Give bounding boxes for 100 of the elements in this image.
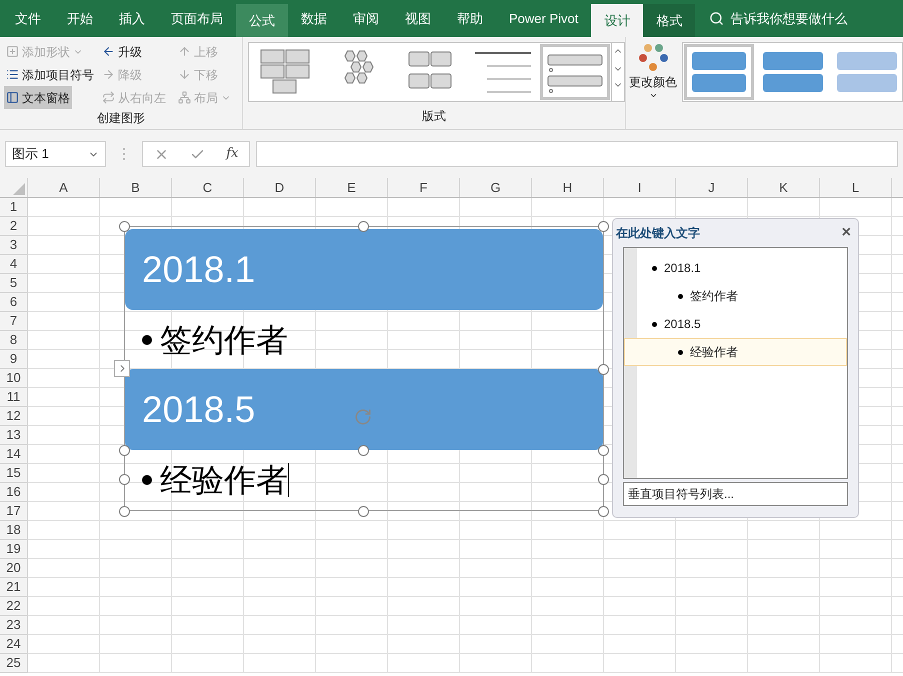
- selection-handle[interactable]: [119, 445, 130, 456]
- style-option[interactable]: [684, 44, 754, 100]
- row-header[interactable]: 19: [0, 540, 28, 559]
- change-colors-button[interactable]: 更改颜色: [626, 37, 680, 129]
- row-header[interactable]: 14: [0, 445, 28, 464]
- column-header[interactable]: L: [820, 178, 892, 197]
- layout-name-link[interactable]: 垂直项目符号列表...: [623, 482, 848, 506]
- selection-handle[interactable]: [119, 221, 130, 232]
- arrow-up-icon: [178, 45, 191, 58]
- group-label: 创建图形: [96, 110, 146, 127]
- search-icon: [709, 11, 724, 26]
- insert-function-button[interactable]: fx: [226, 144, 238, 164]
- row-header[interactable]: 9: [0, 350, 28, 369]
- ribbon-tab[interactable]: 插入: [106, 0, 158, 37]
- row-header[interactable]: 21: [0, 578, 28, 597]
- selection-handle[interactable]: [598, 506, 609, 517]
- row-header[interactable]: 7: [0, 312, 28, 331]
- selection-handle[interactable]: [598, 474, 609, 485]
- bullet-icon: [652, 322, 657, 326]
- bullet-text: 签约作者: [160, 320, 288, 360]
- ribbon-tab[interactable]: 格式: [643, 4, 696, 37]
- caret-icon: [648, 91, 658, 100]
- selection-handle[interactable]: [119, 506, 130, 517]
- bullet-icon: [678, 294, 683, 298]
- selection-handle[interactable]: [598, 364, 609, 375]
- row-header[interactable]: 8: [0, 331, 28, 350]
- swap-icon: [102, 91, 115, 104]
- arrow-right-icon: [102, 68, 115, 81]
- column-header[interactable]: A: [28, 178, 100, 197]
- ribbon-tab[interactable]: 设计: [591, 4, 644, 37]
- ribbon-tab[interactable]: 公式: [236, 4, 288, 37]
- column-header[interactable]: F: [388, 178, 460, 197]
- arrow-down-icon: [178, 68, 191, 81]
- selection-handle[interactable]: [358, 445, 369, 456]
- ribbon-button[interactable]: 文本窗格: [4, 86, 72, 109]
- row-header[interactable]: 3: [0, 236, 28, 255]
- column-header[interactable]: E: [316, 178, 388, 197]
- ribbon-tab[interactable]: 数据: [288, 0, 340, 37]
- name-box[interactable]: 图示 1: [5, 141, 106, 167]
- ribbon-tab[interactable]: 视图: [392, 0, 444, 37]
- selection-handle[interactable]: [598, 221, 609, 232]
- ribbon-tab[interactable]: 开始: [54, 0, 106, 37]
- row-header[interactable]: 11: [0, 388, 28, 407]
- row-header[interactable]: 18: [0, 521, 28, 540]
- bullet-icon: [678, 350, 683, 354]
- outline-item[interactable]: 签约作者: [637, 282, 847, 310]
- search-placeholder: 告诉我你想要做什么: [730, 10, 848, 28]
- row-header[interactable]: 17: [0, 502, 28, 521]
- row-header[interactable]: 22: [0, 597, 28, 616]
- row-header[interactable]: 16: [0, 483, 28, 502]
- add-shape-icon: [6, 45, 19, 58]
- ribbon-tab[interactable]: 页面布局: [158, 0, 236, 37]
- row-header[interactable]: 1: [0, 198, 28, 217]
- column-header[interactable]: J: [676, 178, 748, 197]
- row-header[interactable]: 5: [0, 274, 28, 293]
- ribbon-button[interactable]: 升级: [100, 40, 144, 63]
- list-layout-icon: [473, 50, 532, 94]
- color-dots-icon: [638, 43, 668, 73]
- bullet-icon: [142, 474, 152, 484]
- hierarchy-icon: [178, 91, 191, 104]
- outline-item[interactable]: 2018.1: [637, 254, 847, 282]
- row-header[interactable]: 23: [0, 616, 28, 635]
- row-header[interactable]: 4: [0, 255, 28, 274]
- row-header[interactable]: 13: [0, 426, 28, 445]
- column-header[interactable]: G: [460, 178, 532, 197]
- row-header[interactable]: 12: [0, 407, 28, 426]
- tell-me-search[interactable]: 告诉我你想要做什么: [709, 0, 848, 37]
- row-header[interactable]: 2: [0, 217, 28, 236]
- row-header[interactable]: 24: [0, 635, 28, 654]
- selection-handle[interactable]: [598, 445, 609, 456]
- close-button[interactable]: ×: [842, 221, 851, 245]
- column-header[interactable]: H: [532, 178, 604, 197]
- row-header[interactable]: 10: [0, 369, 28, 388]
- outline-item[interactable]: 2018.5: [637, 310, 847, 338]
- formula-input[interactable]: [256, 141, 898, 167]
- row-header[interactable]: 25: [0, 654, 28, 673]
- pane-icon: [6, 91, 19, 104]
- expand-pane-button[interactable]: [114, 360, 130, 377]
- ribbon-tab[interactable]: 文件: [2, 0, 54, 37]
- column-header[interactable]: K: [748, 178, 820, 197]
- column-header[interactable]: I: [604, 178, 676, 197]
- outline-item[interactable]: 经验作者: [624, 338, 847, 366]
- layout-option[interactable]: [540, 44, 610, 100]
- column-header[interactable]: C: [172, 178, 244, 197]
- ribbon-button[interactable]: 添加项目符号: [4, 63, 96, 86]
- column-header[interactable]: D: [244, 178, 316, 197]
- row-header[interactable]: 20: [0, 559, 28, 578]
- ribbon-tab[interactable]: 帮助: [444, 0, 496, 37]
- arrow-left-icon: [102, 45, 115, 58]
- selection-handle[interactable]: [358, 506, 369, 517]
- selection-handle[interactable]: [119, 474, 130, 485]
- row-header[interactable]: 6: [0, 293, 28, 312]
- selection-handle[interactable]: [358, 221, 369, 232]
- ribbon-tab[interactable]: 审阅: [340, 0, 392, 37]
- row-header[interactable]: 15: [0, 464, 28, 483]
- ribbon-tab[interactable]: Power Pivot: [496, 0, 592, 37]
- bullet-text: 经验作者: [160, 460, 288, 500]
- group-label: 版式: [421, 108, 447, 125]
- column-header[interactable]: B: [100, 178, 172, 197]
- smartart-frame[interactable]: 2018.1 签约作者 2018.5 经验作者: [124, 226, 604, 511]
